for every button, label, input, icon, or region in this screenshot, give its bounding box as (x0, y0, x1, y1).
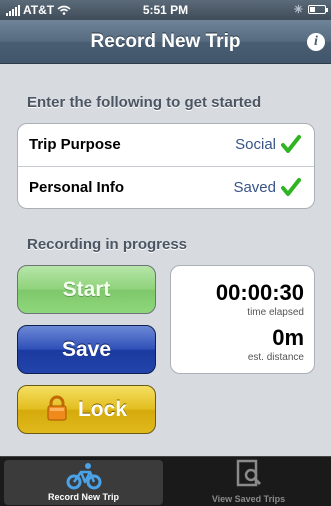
trip-purpose-value: Social (235, 136, 276, 153)
tab-label-saved: View Saved Trips (211, 494, 286, 504)
setup-section-header: Enter the following to get started (27, 94, 262, 111)
time-elapsed-label: time elapsed (247, 307, 304, 318)
distance-label: est. distance (247, 352, 304, 363)
personal-info-row[interactable]: Personal Info Saved (18, 166, 314, 208)
trip-purpose-row[interactable]: Trip Purpose Social (18, 124, 314, 166)
personal-info-value: Saved (233, 179, 276, 196)
bicycle-icon (66, 463, 101, 490)
distance-value: 0m (272, 325, 304, 350)
page-title: Record New Trip (90, 31, 241, 52)
lock-button[interactable]: Lock (17, 385, 156, 434)
status-bar: AT&T 5:51 PM ✳ (0, 0, 331, 20)
tab-bar: Record New Trip View Saved Trips (0, 456, 331, 506)
magnifier-document-icon (236, 459, 261, 487)
trip-stats-panel: 00:00:30 time elapsed 0m est. distance (170, 265, 315, 374)
lock-button-label: Lock (77, 398, 127, 421)
trip-purpose-label: Trip Purpose (29, 136, 121, 153)
time-elapsed-value: 00:00:30 (215, 280, 304, 305)
battery-icon (308, 5, 328, 14)
tab-view-saved-trips[interactable]: View Saved Trips (166, 457, 331, 506)
personal-info-label: Personal Info (29, 179, 125, 196)
recording-section-header: Recording in progress (27, 236, 188, 253)
tab-label-record: Record New Trip (47, 492, 119, 502)
tab-record-new-trip[interactable]: Record New Trip (4, 460, 163, 505)
checkmark-icon (281, 178, 301, 196)
setup-group: Trip Purpose Social Personal Info Saved (17, 123, 315, 209)
save-button[interactable]: Save (17, 325, 156, 374)
start-button[interactable]: Start (17, 265, 156, 314)
status-time: 5:51 PM (142, 3, 189, 17)
info-icon[interactable]: i (307, 33, 325, 51)
navigation-bar: Record New Trip i (0, 20, 331, 64)
bluetooth-icon: ✳ (293, 4, 303, 16)
checkmark-icon (281, 135, 301, 153)
padlock-icon (47, 395, 67, 421)
